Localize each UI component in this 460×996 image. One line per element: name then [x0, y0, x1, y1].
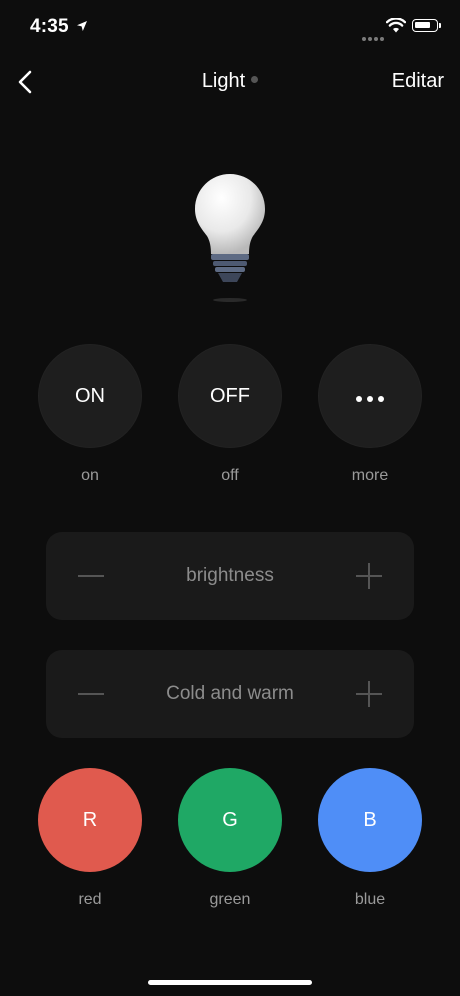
red-button[interactable]: R	[38, 768, 142, 872]
more-button[interactable]	[318, 344, 422, 448]
red-button-label: R	[82, 808, 98, 831]
blue-button-label: B	[363, 808, 377, 831]
off-button[interactable]: OFF	[178, 344, 282, 448]
home-indicator[interactable]	[148, 980, 312, 985]
green-button-label: G	[222, 808, 238, 831]
on-caption: on	[81, 467, 99, 484]
wifi-icon	[386, 18, 406, 33]
status-bar: 4:35	[0, 0, 460, 56]
temperature-increase-button[interactable]	[356, 681, 382, 707]
page-title-text: Light	[201, 70, 246, 92]
light-bulb-icon	[195, 174, 265, 302]
green-caption: green	[209, 891, 251, 908]
ellipsis-icon	[354, 385, 387, 408]
blue-caption: blue	[354, 891, 386, 908]
red-caption: red	[78, 891, 102, 908]
off-caption: off	[221, 467, 239, 484]
edit-button[interactable]: Editar	[392, 70, 444, 93]
on-button-label: ON	[75, 384, 105, 407]
green-button[interactable]: G	[178, 768, 282, 872]
location-arrow-icon	[77, 21, 87, 31]
nav-bar: Light Editar	[0, 60, 460, 104]
signal-dots-icon	[362, 28, 386, 46]
brightness-control: brightness	[46, 532, 414, 620]
battery-icon	[412, 19, 441, 32]
color-temperature-control: Cold and warm	[46, 650, 414, 738]
status-dot	[251, 76, 259, 84]
status-time: 4:35	[30, 16, 69, 37]
blue-button[interactable]: B	[318, 768, 422, 872]
brightness-increase-button[interactable]	[356, 563, 382, 589]
on-button[interactable]: ON	[38, 344, 142, 448]
off-button-label: OFF	[210, 384, 250, 407]
more-caption: more	[351, 467, 389, 484]
